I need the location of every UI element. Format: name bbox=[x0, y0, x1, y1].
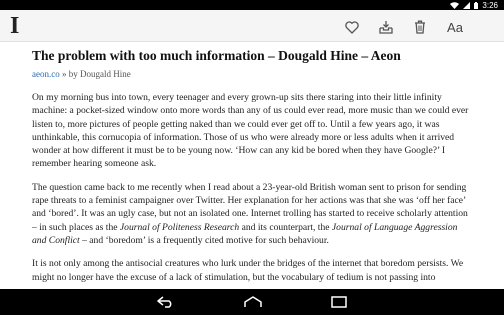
paragraph-2: The question came back to me recently wh… bbox=[32, 181, 472, 247]
app-toolbar: I Aa bbox=[0, 10, 504, 42]
status-icons: 3:26 bbox=[450, 0, 498, 10]
navigation-bar bbox=[0, 289, 504, 315]
article-content: The problem with too much information – … bbox=[32, 48, 472, 294]
battery-icon bbox=[474, 1, 479, 9]
font-settings-button[interactable]: Aa bbox=[442, 16, 468, 38]
paragraph-2-text-c: – and ‘boredom’ is a frequently cited mo… bbox=[79, 234, 329, 246]
like-button[interactable] bbox=[341, 16, 363, 38]
source-link[interactable]: aeon.co bbox=[32, 69, 60, 79]
article-title: The problem with too much information – … bbox=[32, 48, 401, 63]
recent-apps-icon[interactable] bbox=[331, 296, 347, 308]
paragraph-3: It is not only among the antisocial crea… bbox=[32, 258, 464, 283]
status-bar: 3:26 bbox=[0, 0, 504, 10]
meta-separator: » bbox=[61, 69, 67, 79]
instapaper-logo[interactable]: I bbox=[10, 14, 19, 38]
trash-icon bbox=[415, 20, 425, 34]
heart-icon bbox=[345, 20, 359, 34]
paragraph-1: On my morning bus into town, every teena… bbox=[32, 92, 469, 170]
archive-icon bbox=[379, 21, 393, 34]
wifi-icon bbox=[450, 1, 460, 9]
home-icon[interactable] bbox=[243, 296, 263, 308]
signal-icon bbox=[463, 1, 471, 9]
article-meta: aeon.co » by Dougald Hine bbox=[32, 69, 472, 79]
paragraph-2-text-b: and its counterpart, the bbox=[239, 221, 332, 233]
author-name: Dougald Hine bbox=[79, 69, 131, 79]
status-time: 3:26 bbox=[482, 0, 498, 10]
author-prefix: by bbox=[68, 69, 78, 79]
archive-button[interactable] bbox=[375, 16, 397, 38]
back-icon[interactable] bbox=[157, 296, 175, 308]
journal-title-1: Journal of Politeness Research bbox=[119, 221, 240, 233]
delete-button[interactable] bbox=[409, 16, 431, 38]
